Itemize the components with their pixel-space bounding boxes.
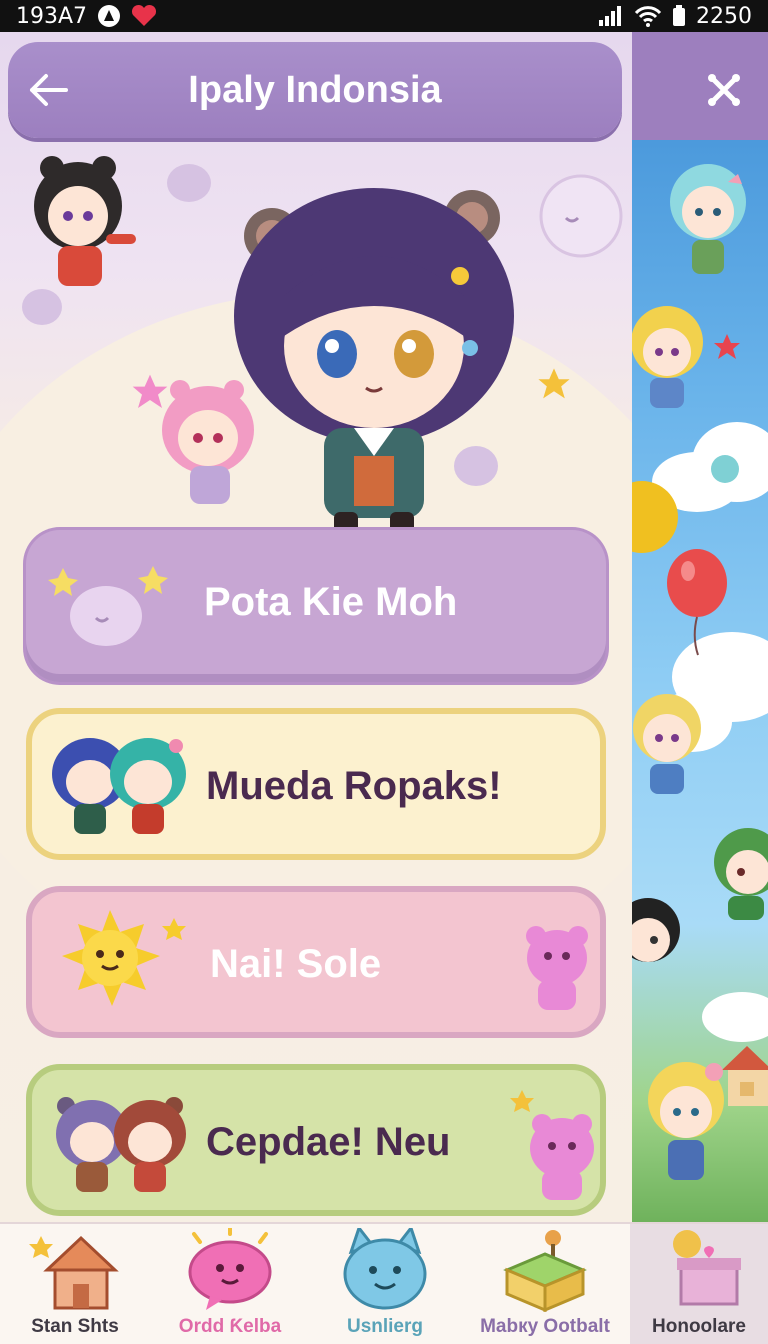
cat-ghost-icon [48,566,168,646]
nav-item-honoolare[interactable]: Honoolare [630,1224,768,1344]
house-icon [29,1235,119,1310]
wifi-icon [634,5,662,27]
menu-item-pota-kie-moh[interactable]: Pota Kie Moh [26,530,606,682]
arrow-left-icon [30,74,68,106]
chat-bubble-icon [188,1228,272,1310]
main-character [234,188,514,540]
close-icon [708,74,740,106]
character-sprite [633,694,701,794]
background-game-scene [632,32,768,1222]
bear-icon [510,1090,594,1200]
character-sprite [162,380,254,504]
ghost-icon [22,289,62,325]
menu-item-label: Pota Kie Moh [204,580,458,624]
menu-item-cepdae-neu[interactable]: Cepdae! Neu [26,1064,606,1216]
app-logo-icon [97,4,121,28]
menu-item-mueda-ropaks[interactable]: Mueda Ropaks! [26,708,606,860]
ghost-icon [539,174,623,258]
nav-item-mabky-ootbalt[interactable]: Mabку Ootbalt [460,1224,630,1344]
sun-icon [62,910,186,1006]
gift-box-icon [673,1230,741,1306]
star-icon [538,368,570,399]
status-time: 193A7 [16,3,88,29]
signal-icon [598,5,624,27]
ghost-icon [167,164,211,202]
nav-label: Honoolare [652,1316,746,1337]
character-sprite [648,1062,724,1180]
back-button[interactable] [26,70,70,110]
character-pair-icon [52,738,186,834]
nav-item-usnlierg[interactable]: Usnlierg [310,1224,460,1344]
garden-box-icon [503,1230,587,1312]
status-bar: 193A7 2250 [0,0,768,32]
menu-item-label: Cepdae! Neu [206,1120,451,1164]
heart-icon [131,4,157,28]
side-menu-panel: Ipaly Indonsia Pota Kie Moh Mueda Ropaks… [0,32,632,1222]
close-button[interactable] [700,70,748,110]
battery-icon [672,5,686,27]
character-sprite [714,828,768,920]
character-sprite [632,481,678,553]
star-icon [714,334,740,359]
menu-item-label: Nai! Sole [210,942,382,986]
nav-label: Ordd Ƙelba [178,1316,282,1337]
page-title: Ipaly Indonsia [188,68,442,111]
flower-icon [711,455,739,483]
character-sprite [632,306,703,408]
menu-item-nai-sole[interactable]: Nai! Sole [26,886,606,1038]
character-pair-icon [56,1097,186,1192]
nav-label: Mabку Ootbalt [480,1316,610,1337]
menu-header: Ipaly Indonsia [8,42,622,138]
character-sprite [34,156,136,286]
ghost-icon [454,446,498,486]
nav-item-stan-shts[interactable]: Stan Shts [0,1224,150,1344]
nav-item-ordd-kelba[interactable]: Ordd Ƙelba [150,1224,310,1344]
menu-item-label: Mueda Ropaks! [206,764,502,808]
character-sprite [670,164,746,274]
nav-label: Usnlierg [346,1316,424,1337]
nav-label: Stan Shts [31,1316,119,1337]
bear-icon [526,926,588,1010]
bottom-navigation: Stan Shts Ordd Ƙelba Usnlierg Mabку Ootb… [0,1222,768,1344]
character-sprite [632,898,680,962]
battery-level: 2250 [696,3,752,29]
cat-face-icon [343,1228,427,1310]
